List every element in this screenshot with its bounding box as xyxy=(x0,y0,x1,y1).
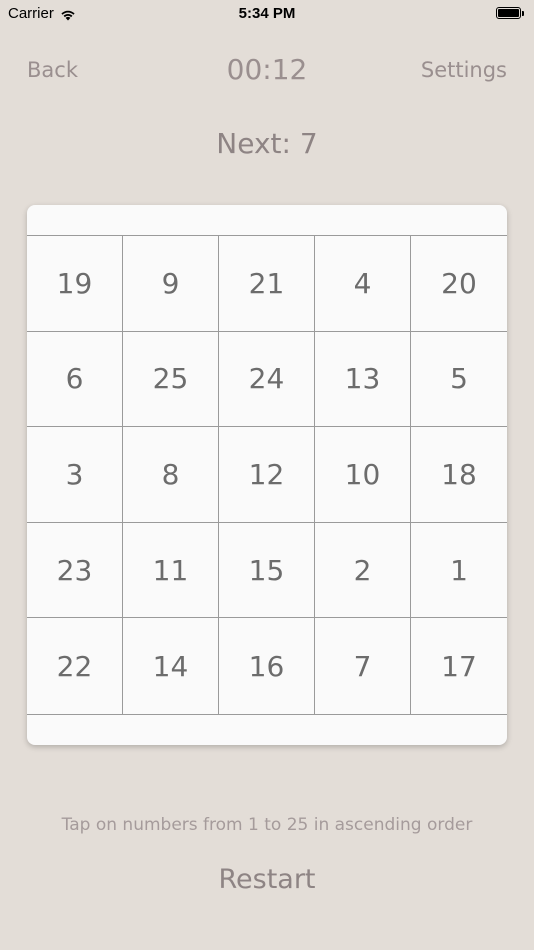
grid-cell[interactable]: 1 xyxy=(411,523,507,619)
grid-cell[interactable]: 9 xyxy=(123,236,219,332)
grid-cell[interactable]: 15 xyxy=(219,522,315,619)
grid-cell[interactable]: 11 xyxy=(123,522,219,619)
next-number-label: Next: 7 xyxy=(216,127,318,160)
grid-cell[interactable]: 16 xyxy=(219,618,315,714)
grid-cell[interactable]: 20 xyxy=(411,236,507,332)
grid-cell[interactable]: 10 xyxy=(315,427,411,523)
settings-button[interactable]: Settings xyxy=(421,58,507,82)
grid-cell[interactable]: 22 xyxy=(27,618,123,714)
battery-icon xyxy=(496,7,526,21)
game-board: 19 9 21 4 20 6 25 24 13 5 3 8 12 10 18 23 11 15 2 1 22 14 16 7 1… xyxy=(27,205,507,745)
grid-cell[interactable]: 6 xyxy=(27,331,123,428)
grid-cell[interactable]: 3 xyxy=(27,427,123,523)
grid-cell[interactable]: 5 xyxy=(411,332,507,428)
grid-cell[interactable]: 25 xyxy=(123,331,219,428)
restart-button-wrap: Restart xyxy=(0,864,534,895)
grid-cell[interactable]: 19 xyxy=(27,236,123,332)
grid-cell[interactable]: 17 xyxy=(411,618,507,714)
status-bar: Carrier 5:34 PM xyxy=(0,0,534,28)
grid-cell[interactable]: 21 xyxy=(219,236,315,332)
grid-cell[interactable]: 7 xyxy=(315,618,411,714)
grid-cell[interactable]: 2 xyxy=(315,522,411,619)
number-grid: 19 9 21 4 20 6 25 24 13 5 3 8 12 10 18 23 11 15 2 1 22 14 16 7 1… xyxy=(27,235,507,715)
grid-cell[interactable]: 13 xyxy=(315,331,411,428)
grid-cell[interactable]: 12 xyxy=(219,427,315,523)
status-time: 5:34 PM xyxy=(238,5,296,22)
grid-cell[interactable]: 14 xyxy=(123,618,219,714)
restart-button[interactable]: Restart xyxy=(208,864,325,895)
grid-cell[interactable]: 18 xyxy=(411,427,507,523)
grid-cell[interactable]: 23 xyxy=(27,522,123,619)
instructions-text: Tap on numbers from 1 to 25 in ascending… xyxy=(61,815,473,835)
grid-cell[interactable]: 8 xyxy=(123,427,219,523)
grid-cell[interactable]: 4 xyxy=(315,236,411,332)
battery-level xyxy=(498,9,519,17)
grid-cell[interactable]: 24 xyxy=(219,331,315,428)
